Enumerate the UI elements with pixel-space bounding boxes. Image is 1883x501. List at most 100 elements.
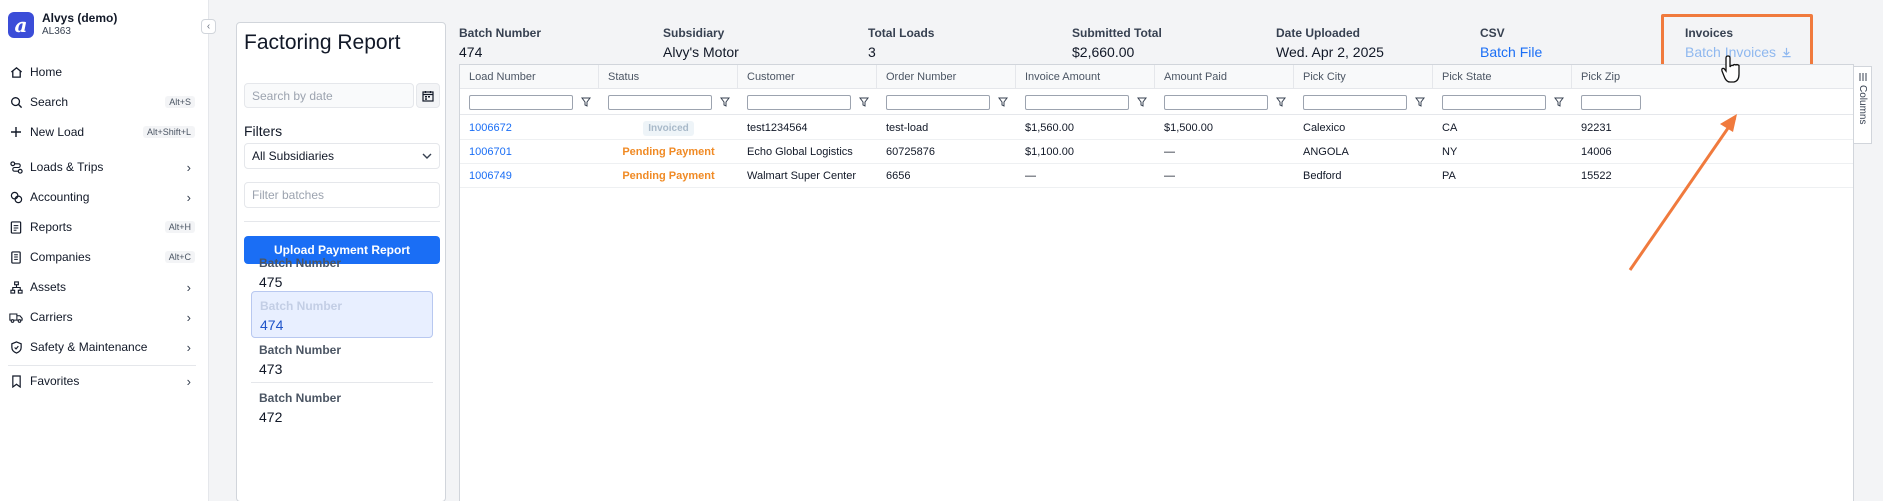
filter-icon[interactable]	[1137, 97, 1147, 107]
nav-item-new-load[interactable]: New Load Alt+Shift+L	[8, 121, 195, 143]
column-filter[interactable]	[1164, 94, 1286, 110]
col-header-pick-city[interactable]: Pick City	[1294, 65, 1433, 89]
filter-icon[interactable]	[1415, 97, 1425, 107]
table-row[interactable]: 1006701 Pending Payment Echo Global Logi…	[460, 140, 1853, 164]
nav-item-favorites[interactable]: Favorites ›	[8, 370, 195, 392]
table-row[interactable]: 1006672 Invoiced test1234564 test-load $…	[460, 116, 1853, 140]
column-filter-input[interactable]	[1303, 94, 1407, 110]
batch-file-link[interactable]: Batch File	[1480, 44, 1542, 60]
status-badge: Pending Payment	[622, 146, 715, 158]
batch-list-item[interactable]: Batch Number 473	[251, 336, 433, 383]
filter-icon[interactable]	[859, 97, 869, 107]
column-filter-input[interactable]	[469, 94, 573, 110]
amount-paid-cell: —	[1164, 170, 1175, 182]
invoice-amount-cell: $1,560.00	[1025, 122, 1074, 134]
nav-item-carriers[interactable]: Carriers ›	[8, 306, 195, 328]
col-header-invoice-amount[interactable]: Invoice Amount	[1016, 65, 1155, 89]
calendar-button[interactable]	[416, 83, 440, 108]
grid-header: Load Number Status Customer Order Number…	[460, 65, 1853, 89]
column-filter[interactable]	[1581, 94, 1641, 110]
nav-item-loads-trips[interactable]: Loads & Trips ›	[8, 156, 195, 178]
pick-city-cell: ANGOLA	[1303, 146, 1349, 158]
filters-label: Filters	[244, 123, 283, 139]
col-header-amount-paid[interactable]: Amount Paid	[1155, 65, 1294, 89]
filter-icon[interactable]	[998, 97, 1008, 107]
chevron-right-icon: ›	[186, 309, 191, 325]
calendar-icon	[422, 90, 434, 102]
summary-csv: CSV Batch File	[1480, 26, 1543, 60]
column-filter-input[interactable]	[1025, 94, 1129, 110]
invoice-amount-cell: —	[1025, 170, 1036, 182]
pick-zip-cell: 92231	[1581, 122, 1612, 134]
chevron-right-icon: ›	[186, 189, 191, 205]
load-number-link[interactable]: 1006749	[460, 164, 512, 188]
collapse-sidebar-button[interactable]: ‹	[201, 19, 216, 34]
filter-icon[interactable]	[581, 97, 591, 107]
column-filter-input[interactable]	[1442, 94, 1546, 110]
column-filter[interactable]	[1025, 94, 1147, 110]
column-filter[interactable]	[469, 94, 591, 110]
column-filter-input[interactable]	[1164, 94, 1268, 110]
batch-list-item-selected[interactable]: Batch Number 474	[251, 291, 433, 338]
page-title: Factoring Report	[244, 31, 401, 54]
nav-item-assets[interactable]: Assets ›	[8, 276, 195, 298]
nav-item-companies[interactable]: Companies Alt+C	[8, 246, 195, 268]
filter-icon[interactable]	[1554, 97, 1564, 107]
nav-label: Reports	[30, 220, 73, 234]
batch-panel: Factoring Report Search by date Filters …	[236, 22, 446, 501]
column-filter[interactable]	[747, 94, 869, 110]
nav-label: Accounting	[30, 190, 90, 204]
batch-label: Batch Number	[259, 256, 342, 270]
org-switcher[interactable]: a Alvys (demo) AL363	[8, 12, 117, 38]
amount-paid-cell: $1,500.00	[1164, 122, 1213, 134]
column-filter[interactable]	[1303, 94, 1425, 110]
col-header-pick-zip[interactable]: Pick Zip	[1572, 65, 1853, 89]
nav-item-safety-maintenance[interactable]: Safety & Maintenance ›	[8, 336, 195, 358]
col-header-load-number[interactable]: Load Number	[460, 65, 599, 89]
col-header-order-number[interactable]: Order Number	[877, 65, 1016, 89]
home-icon	[8, 64, 24, 80]
nav-label: New Load	[30, 125, 85, 139]
col-header-pick-state[interactable]: Pick State	[1433, 65, 1572, 89]
column-filter[interactable]	[886, 94, 1008, 110]
column-filter-input[interactable]	[608, 94, 712, 110]
filter-batches-input[interactable]: Filter batches	[244, 182, 440, 208]
column-filter-input[interactable]	[886, 94, 990, 110]
nav-item-accounting[interactable]: Accounting ›	[8, 186, 195, 208]
summary-total-loads: Total Loads 3	[868, 26, 935, 60]
columns-label: Columns	[1857, 85, 1868, 125]
nav-item-search[interactable]: Search Alt+S	[8, 91, 195, 113]
nav-label: Favorites	[30, 374, 80, 388]
batch-list-item[interactable]: Batch Number 472	[251, 384, 433, 431]
col-header-status[interactable]: Status	[599, 65, 738, 89]
shortcut-badge: Alt+Shift+L	[142, 126, 195, 138]
column-filter[interactable]	[608, 94, 730, 110]
column-filter-input[interactable]	[1581, 94, 1641, 110]
org-code: AL363	[42, 26, 71, 37]
col-header-customer[interactable]: Customer	[738, 65, 877, 89]
sidebar-nav: a Alvys (demo) AL363 Home Search Alt+S N…	[0, 0, 209, 501]
nav-label: Assets	[30, 280, 67, 294]
columns-panel-toggle[interactable]: Columns	[1854, 66, 1872, 144]
search-by-date-input[interactable]: Search by date	[244, 83, 414, 108]
subsidiary-select[interactable]: All Subsidiaries	[244, 143, 440, 169]
nav-label: Carriers	[30, 310, 73, 324]
customer-cell: test1234564	[747, 122, 808, 134]
shortcut-badge: Alt+H	[164, 221, 195, 233]
nav-item-reports[interactable]: Reports Alt+H	[8, 216, 195, 238]
invoice-amount-cell: $1,100.00	[1025, 146, 1074, 158]
filter-icon[interactable]	[1276, 97, 1286, 107]
filter-icon[interactable]	[720, 97, 730, 107]
pick-city-cell: Bedford	[1303, 170, 1342, 182]
column-filter[interactable]	[1442, 94, 1564, 110]
column-filter-input[interactable]	[747, 94, 851, 110]
load-number-link[interactable]: 1006701	[460, 140, 512, 164]
batch-list-item[interactable]: Batch Number 475	[251, 249, 433, 296]
nav-item-home[interactable]: Home	[8, 61, 195, 83]
batch-number: 472	[259, 409, 283, 425]
nav-label: Safety & Maintenance	[30, 340, 148, 354]
table-row[interactable]: 1006749 Pending Payment Walmart Super Ce…	[460, 164, 1853, 188]
report-icon	[8, 219, 24, 235]
load-number-link[interactable]: 1006672	[460, 116, 512, 140]
chevron-down-icon	[422, 153, 432, 159]
